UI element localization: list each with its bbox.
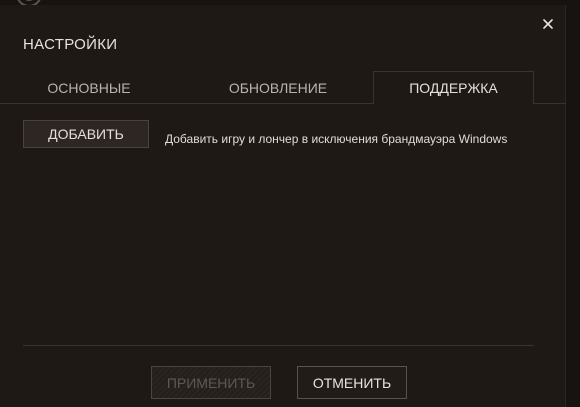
tab-general[interactable]: ОСНОВНЫЕ <box>0 71 178 104</box>
apply-button[interactable]: ПРИМЕНИТЬ <box>151 366 271 399</box>
tab-support[interactable]: ПОДДЕРЖКА <box>373 71 534 105</box>
cancel-button[interactable]: ОТМЕНИТЬ <box>297 366 407 399</box>
close-button[interactable] <box>538 14 558 34</box>
close-icon <box>543 19 553 29</box>
footer-divider <box>23 345 534 346</box>
settings-dialog: НАСТРОЙКИ ОСНОВНЫЕ ОБНОВЛЕНИЕ ПОДДЕРЖКА … <box>0 5 566 407</box>
add-firewall-exception-description: Добавить игру и лончер в исключения бран… <box>165 132 508 146</box>
dialog-title: НАСТРОЙКИ <box>23 36 118 53</box>
tab-update[interactable]: ОБНОВЛЕНИЕ <box>190 71 366 104</box>
settings-tabs: ОСНОВНЫЕ ОБНОВЛЕНИЕ ПОДДЕРЖКА <box>0 71 566 105</box>
add-firewall-exception-button[interactable]: ДОБАВИТЬ <box>23 120 149 148</box>
